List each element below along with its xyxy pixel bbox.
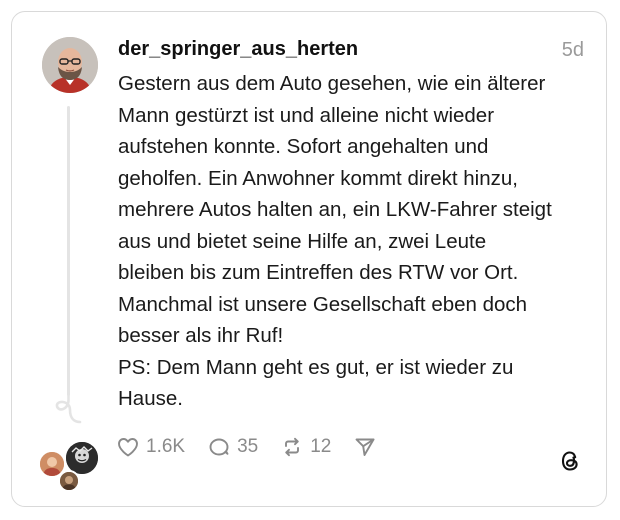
post-text-line: PS: Dem Mann geht es gut, er ist wieder … [118, 355, 514, 379]
post-timestamp[interactable]: 5d [562, 39, 584, 62]
replier-avatar [58, 470, 80, 492]
post-text-line: Manchmal ist unsere Gesellschaft eben do… [118, 292, 528, 316]
author-username[interactable]: der_springer_aus_herten [118, 38, 358, 61]
repost-count: 12 [310, 436, 332, 457]
thread-line [67, 106, 70, 396]
post-actions: 1.6K 35 12 [116, 432, 405, 462]
post-text-line: Gestern aus dem Auto gesehen, wie ein äl… [118, 72, 546, 95]
repost-icon [285, 437, 300, 457]
send-icon [355, 438, 375, 456]
author-avatar[interactable] [42, 37, 98, 93]
heart-icon [118, 438, 138, 457]
comment-icon [209, 438, 229, 456]
post-text: Gestern aus dem Auto gesehen, wie ein äl… [118, 68, 588, 415]
post-text-line: Hause. [118, 387, 183, 410]
thread-loop-icon [55, 388, 82, 424]
post-text-line: Mann gestürzt ist und alleine nicht wied… [118, 103, 495, 127]
share-button[interactable] [353, 435, 383, 459]
post-text-line: geholfen. Ein Anwohner kommt direkt hinz… [118, 166, 518, 190]
threads-logo-icon[interactable] [558, 449, 582, 473]
post-text-line: bleiben bis zum Eintreffen des RTW vor O… [118, 261, 519, 284]
reply-count: 35 [237, 436, 259, 457]
like-count: 1.6K [146, 436, 186, 457]
post-text-line: besser als ihr Ruf! [118, 324, 284, 347]
like-button[interactable]: 1.6K [116, 435, 185, 459]
reply-button[interactable]: 35 [207, 435, 258, 459]
post-text-line: aufstehen konnte. Sofort angehalten und [118, 135, 489, 158]
post-text-line: aus und bietet seine Hilfe an, zwei Leut… [118, 229, 487, 253]
repost-button[interactable]: 12 [280, 435, 331, 459]
post-text-line: mehrere Autos halten an, ein LKW-Fahrer … [118, 198, 552, 221]
replier-avatars[interactable] [38, 440, 102, 494]
